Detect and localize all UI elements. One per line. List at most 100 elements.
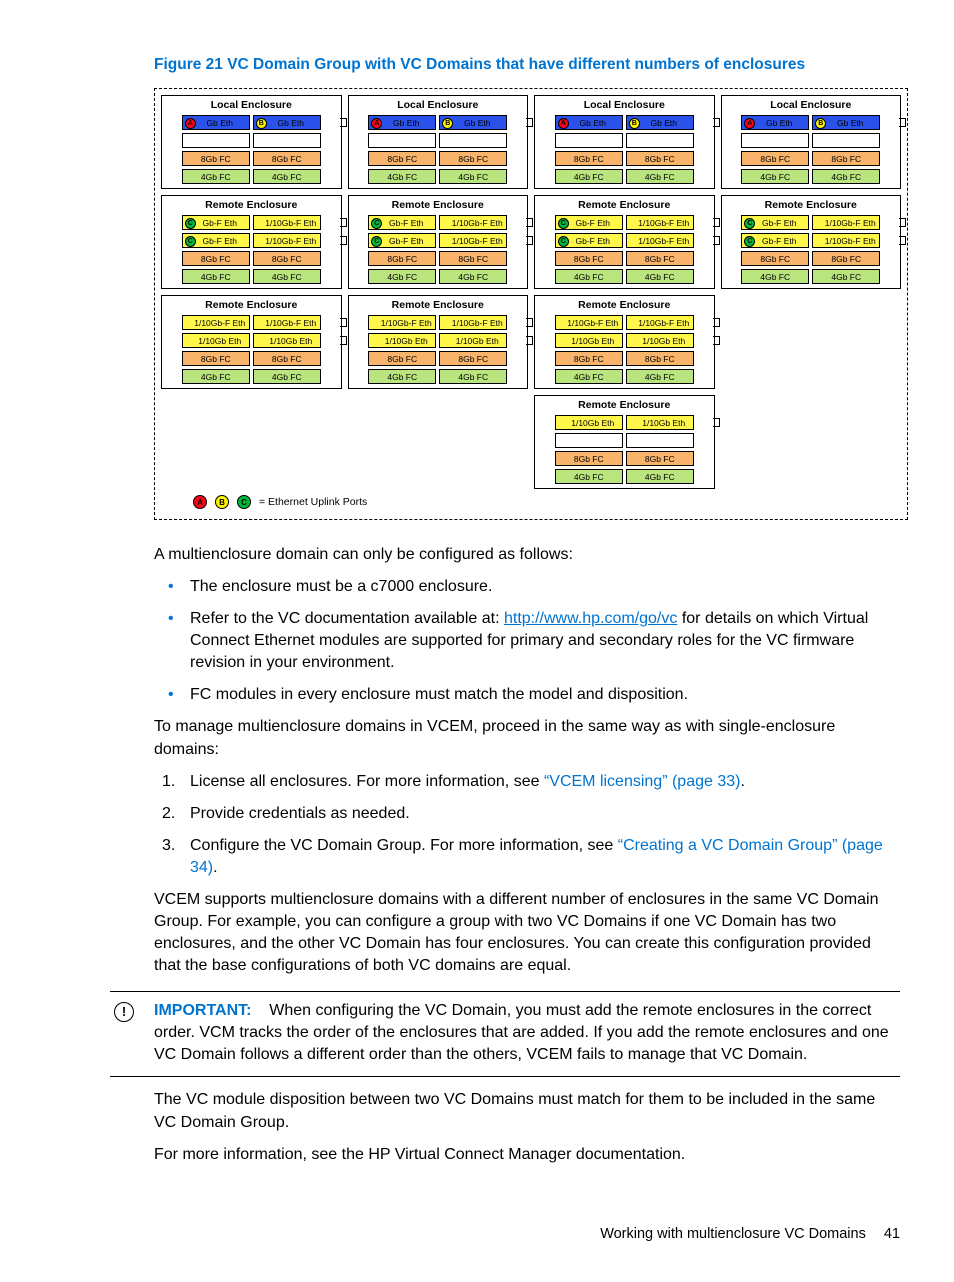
module-row: 4Gb FC4Gb FC	[538, 169, 711, 184]
footer-section: Working with multienclosure VC Domains	[600, 1226, 866, 1242]
uplink-port: A	[371, 118, 382, 129]
module-slot: 8Gb FC	[253, 151, 321, 166]
module-slot: 4Gb FC	[439, 369, 507, 384]
module-slot: 1/10Gb Eth	[439, 333, 507, 348]
enclosure: Remote EnclosureCGb-F Eth1/10Gb-F EthCGb…	[161, 195, 342, 289]
module-slot: 4Gb FC	[741, 269, 809, 284]
enclosure-title: Local Enclosure	[538, 99, 711, 112]
module-row: 4Gb FC4Gb FC	[538, 269, 711, 284]
enclosure: Remote Enclosure1/10Gb-F Eth1/10Gb-F Eth…	[161, 295, 342, 389]
module-slot: 4Gb FC	[741, 169, 809, 184]
module-slot: 4Gb FC	[253, 269, 321, 284]
module-slot: AGb Eth	[741, 115, 809, 130]
uplink-port: B	[629, 118, 640, 129]
uplink-port: C	[185, 218, 196, 229]
module-slot: AGb Eth	[555, 115, 623, 130]
module-row: 1/10Gb Eth1/10Gb Eth	[538, 333, 711, 348]
bullet-2: Refer to the VC documentation available …	[154, 608, 900, 674]
bullet-1: The enclosure must be a c7000 enclosure.	[154, 576, 900, 598]
module-slot: 8Gb FC	[368, 251, 436, 266]
module-slot: 4Gb FC	[626, 169, 694, 184]
module-slot: CGb-F Eth	[555, 233, 623, 248]
module-slot: 1/10Gb-F Eth	[626, 215, 694, 230]
enclosure: Remote Enclosure1/10Gb Eth1/10Gb Eth8Gb …	[534, 395, 715, 489]
module-slot: 4Gb FC	[555, 369, 623, 384]
uplink-port: A	[558, 118, 569, 129]
module-row: AGb EthBGb Eth	[352, 115, 525, 130]
para-5: For more information, see the HP Virtual…	[154, 1144, 900, 1166]
module-row: 8Gb FC8Gb FC	[165, 151, 338, 166]
module-row: CGb-F Eth1/10Gb-F Eth	[165, 233, 338, 248]
module-row: 8Gb FC8Gb FC	[352, 351, 525, 366]
enclosure-title: Local Enclosure	[165, 99, 338, 112]
module-slot: CGb-F Eth	[368, 215, 436, 230]
enclosure-title: Remote Enclosure	[538, 299, 711, 312]
module-slot: CGb-F Eth	[741, 215, 809, 230]
enclosure: Remote Enclosure 1/10Gb-F Eth1/10Gb-F Eth…	[348, 295, 529, 389]
module-row: AGb EthBGb Eth	[538, 115, 711, 130]
module-row: 8Gb FC8Gb FC	[538, 151, 711, 166]
module-slot: 8Gb FC	[439, 351, 507, 366]
step-1-post: .	[740, 773, 744, 790]
uplink-port: B	[815, 118, 826, 129]
module-row: 4Gb FC4Gb FC	[165, 169, 338, 184]
uplink-port: C	[371, 218, 382, 229]
module-row: CGb-F Eth1/10Gb-F Eth	[352, 233, 525, 248]
module-slot: 8Gb FC	[368, 151, 436, 166]
module-row	[165, 133, 338, 148]
enclosure-title: Remote Enclosure	[538, 399, 711, 412]
module-slot	[626, 133, 694, 148]
enclosure-title: Remote Enclosure	[352, 299, 525, 312]
module-slot: 8Gb FC	[555, 251, 623, 266]
module-row: 8Gb FC8Gb FC	[538, 451, 711, 466]
step-2: Provide credentials as needed.	[154, 803, 900, 825]
module-slot: 4Gb FC	[812, 269, 880, 284]
domain-column: Local EnclosureAGb EthBGb Eth8Gb FC8Gb F…	[161, 95, 342, 489]
module-row: CGb-F Eth1/10Gb-F Eth	[725, 233, 898, 248]
module-slot: 1/10Gb Eth	[182, 333, 250, 348]
module-slot: CGb-F Eth	[555, 215, 623, 230]
module-slot: 4Gb FC	[626, 369, 694, 384]
module-slot: 4Gb FC	[253, 169, 321, 184]
module-slot: 4Gb FC	[368, 269, 436, 284]
para-3: VCEM supports multienclosure domains wit…	[154, 889, 900, 977]
module-row: 4Gb FC4Gb FC	[352, 269, 525, 284]
figure-legend: A B C = Ethernet Uplink Ports	[161, 489, 901, 513]
vc-doc-link[interactable]: http://www.hp.com/go/vc	[504, 610, 677, 627]
module-slot: 8Gb FC	[626, 151, 694, 166]
module-slot: 8Gb FC	[439, 151, 507, 166]
module-row: 4Gb FC4Gb FC	[352, 369, 525, 384]
xref-licensing[interactable]: “VCEM licensing” (page 33)	[544, 773, 741, 790]
module-slot: 8Gb FC	[182, 151, 250, 166]
module-slot: 1/10Gb-F Eth	[439, 315, 507, 330]
module-slot: BGb Eth	[626, 115, 694, 130]
module-slot: 1/10Gb-F Eth	[253, 233, 321, 248]
step-3: Configure the VC Domain Group. For more …	[154, 835, 900, 879]
module-row: 1/10Gb-F Eth1/10Gb-F Eth	[165, 315, 338, 330]
uplink-port: C	[744, 236, 755, 247]
module-row: 1/10Gb Eth1/10Gb Eth	[352, 333, 525, 348]
module-row: CGb-F Eth1/10Gb-F Eth	[538, 215, 711, 230]
module-slot: 8Gb FC	[555, 451, 623, 466]
module-slot: 8Gb FC	[253, 251, 321, 266]
module-row: 4Gb FC4Gb FC	[538, 469, 711, 484]
module-slot: 4Gb FC	[368, 369, 436, 384]
module-slot: 8Gb FC	[626, 351, 694, 366]
legend-dot-b: B	[215, 495, 229, 509]
domain-column: Local EnclosureAGb EthBGb Eth8Gb FC8Gb F…	[534, 95, 715, 489]
module-row: 1/10Gb Eth1/10Gb Eth	[165, 333, 338, 348]
uplink-port: B	[256, 118, 267, 129]
enclosure: Remote Enclosure CGb-F Eth1/10Gb-F Eth CGb…	[721, 195, 902, 289]
uplink-port: C	[185, 236, 196, 247]
module-slot: 4Gb FC	[368, 169, 436, 184]
module-slot: 8Gb FC	[626, 251, 694, 266]
module-slot: 4Gb FC	[626, 469, 694, 484]
enclosure-title: Remote Enclosure	[352, 199, 525, 212]
enclosure-title: Remote Enclosure	[725, 199, 898, 212]
module-slot: 1/10Gb-F Eth	[368, 315, 436, 330]
step-1-pre: License all enclosures. For more informa…	[190, 773, 544, 790]
module-slot: 8Gb FC	[812, 251, 880, 266]
module-slot: 4Gb FC	[626, 269, 694, 284]
module-row	[352, 133, 525, 148]
module-slot	[182, 133, 250, 148]
